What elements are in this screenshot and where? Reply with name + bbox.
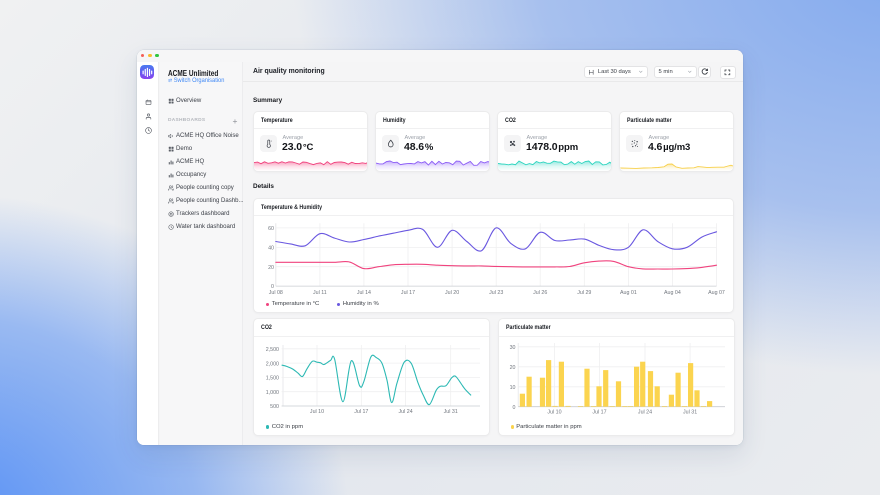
svg-text:Jul 10: Jul 10	[310, 409, 324, 415]
svg-text:Jul 26: Jul 26	[533, 289, 547, 295]
svg-text:Aug 04: Aug 04	[664, 289, 681, 295]
svg-text:Aug 01: Aug 01	[620, 289, 637, 295]
svg-text:Jul 08: Jul 08	[269, 289, 283, 295]
svg-text:10: 10	[509, 385, 515, 391]
svg-text:1,500: 1,500	[266, 376, 279, 382]
svg-text:Jul 17: Jul 17	[401, 289, 415, 295]
svg-text:Aug 07: Aug 07	[708, 289, 725, 295]
svg-text:Jul 17: Jul 17	[592, 410, 606, 416]
svg-text:2,000: 2,000	[266, 361, 279, 367]
svg-text:20: 20	[268, 264, 274, 270]
svg-text:20: 20	[509, 365, 515, 371]
svg-text:Jul 20: Jul 20	[445, 289, 459, 295]
svg-text:Jul 24: Jul 24	[637, 410, 651, 416]
svg-text:Jul 10: Jul 10	[547, 410, 561, 416]
svg-text:Jul 24: Jul 24	[399, 409, 413, 415]
svg-text:2,500: 2,500	[266, 347, 279, 353]
svg-text:30: 30	[509, 345, 515, 351]
svg-text:Jul 31: Jul 31	[444, 409, 458, 415]
svg-text:Jul 17: Jul 17	[354, 409, 368, 415]
svg-text:500: 500	[270, 404, 279, 410]
svg-text:40: 40	[268, 245, 274, 251]
svg-text:60: 60	[268, 226, 274, 232]
svg-text:Jul 23: Jul 23	[489, 289, 503, 295]
svg-text:Jul 14: Jul 14	[357, 289, 371, 295]
svg-text:1,000: 1,000	[266, 390, 279, 396]
svg-text:0: 0	[512, 405, 515, 411]
svg-text:Jul 31: Jul 31	[683, 410, 697, 416]
svg-text:Jul 11: Jul 11	[313, 289, 327, 295]
svg-text:Jul 29: Jul 29	[577, 289, 591, 295]
